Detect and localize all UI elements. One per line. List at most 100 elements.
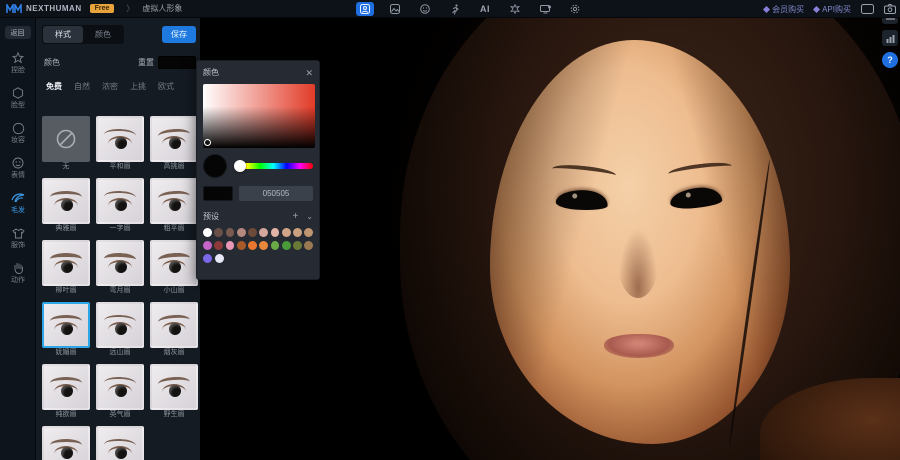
- style-option[interactable]: 一字眉: [96, 178, 144, 234]
- style-option[interactable]: [96, 426, 144, 460]
- close-icon[interactable]: ✕: [305, 69, 313, 77]
- ring-icon: [11, 121, 25, 135]
- style-option[interactable]: 弯月眉: [96, 240, 144, 296]
- add-preset-icon[interactable]: +: [292, 213, 298, 221]
- current-color-swatch[interactable]: [158, 56, 196, 69]
- style-option[interactable]: 平和眉: [96, 116, 144, 172]
- preset-color-swatch[interactable]: [237, 241, 246, 250]
- preset-color-swatch[interactable]: [304, 228, 313, 237]
- preset-color-swatch[interactable]: [293, 228, 302, 237]
- reset-link[interactable]: 重置: [138, 57, 154, 68]
- presets-label: 预设: [203, 211, 219, 222]
- help-icon[interactable]: ?: [882, 52, 898, 68]
- sidebar-item-biaoQing[interactable]: 表情: [0, 150, 36, 185]
- preset-color-swatch[interactable]: [271, 228, 280, 237]
- category-western[interactable]: 欧式: [154, 79, 178, 94]
- category-natural[interactable]: 自然: [70, 79, 94, 94]
- preset-color-swatch[interactable]: [304, 241, 313, 250]
- options-panel: 样式 颜色 保存 颜色 重置 免费 自然 浓密 上挑 欧式 无平和眉高挑眉典雅眉…: [36, 18, 200, 460]
- preset-color-swatch[interactable]: [248, 228, 257, 237]
- popup-title: 颜色: [203, 67, 219, 78]
- preset-color-swatch[interactable]: [203, 241, 212, 250]
- preset-color-swatch[interactable]: [248, 241, 257, 250]
- top-toolbar: AI: [356, 0, 584, 18]
- preset-color-swatch[interactable]: [237, 228, 246, 237]
- sidebar-item-zhuangRong[interactable]: 妆容: [0, 115, 36, 150]
- style-option-label: 弯月眉: [96, 286, 144, 296]
- preset-color-swatch[interactable]: [226, 241, 235, 250]
- style-option[interactable]: 远山眉: [96, 302, 144, 358]
- style-none-option[interactable]: 无: [42, 116, 90, 172]
- motion-icon[interactable]: [446, 2, 464, 16]
- style-option[interactable]: [42, 426, 90, 460]
- sv-selector-dot[interactable]: [204, 139, 211, 146]
- shirt-icon: [11, 226, 25, 240]
- camera-icon[interactable]: [884, 4, 896, 14]
- settings-icon[interactable]: [566, 2, 584, 16]
- style-option[interactable]: 粗平眉: [150, 178, 198, 234]
- tab-color[interactable]: 颜色: [83, 26, 123, 43]
- style-option[interactable]: 高挑眉: [150, 116, 198, 172]
- style-option[interactable]: 烟灰眉: [150, 302, 198, 358]
- style-option[interactable]: 柳叶眉: [42, 240, 90, 296]
- style-option-label: 纯欲眉: [42, 410, 90, 420]
- preset-color-swatch[interactable]: [203, 228, 212, 237]
- chart-icon[interactable]: [882, 30, 898, 46]
- style-option[interactable]: 小山眉: [150, 240, 198, 296]
- sidebar-item-lianXing[interactable]: 脸型: [0, 80, 36, 115]
- hex-input[interactable]: 050505: [239, 186, 313, 201]
- sidebar-item-maoFa[interactable]: 毛发: [0, 185, 36, 220]
- preset-color-swatch[interactable]: [271, 241, 280, 250]
- back-button[interactable]: 返回: [5, 26, 31, 39]
- category-arched[interactable]: 上挑: [126, 79, 150, 94]
- category-free[interactable]: 免费: [42, 79, 66, 94]
- emoji-icon[interactable]: [416, 2, 434, 16]
- preset-color-swatch[interactable]: [215, 254, 224, 263]
- eyebrow-thumbnail: [150, 178, 198, 224]
- sidebar-item-nieLian[interactable]: 捏脸: [0, 45, 36, 80]
- effects-icon[interactable]: [506, 2, 524, 16]
- style-option[interactable]: 英气眉: [96, 364, 144, 420]
- style-option[interactable]: 纯欲眉: [42, 364, 90, 420]
- save-button[interactable]: 保存: [162, 26, 196, 43]
- hue-handle[interactable]: [234, 160, 246, 172]
- saturation-value-area[interactable]: [203, 84, 315, 148]
- style-option[interactable]: 野生眉: [150, 364, 198, 420]
- diamond-icon: [763, 5, 770, 12]
- api-link[interactable]: API购买: [814, 4, 851, 15]
- color-row: 颜色 重置: [36, 50, 200, 75]
- image-icon[interactable]: [386, 2, 404, 16]
- preset-color-swatch[interactable]: [226, 228, 235, 237]
- screen-icon[interactable]: [536, 2, 554, 16]
- preset-color-swatch[interactable]: [293, 241, 302, 250]
- avatar-icon[interactable]: [356, 2, 374, 16]
- preset-color-swatch[interactable]: [203, 254, 212, 263]
- chevron-down-icon[interactable]: ⌄: [306, 212, 313, 221]
- hand-icon: [11, 261, 25, 275]
- style-option-label: 小山眉: [150, 286, 198, 296]
- preset-swatch-row: [203, 228, 313, 237]
- preset-color-swatch[interactable]: [282, 228, 291, 237]
- member-link[interactable]: 会员购买: [764, 4, 804, 15]
- ai-icon[interactable]: AI: [476, 2, 494, 16]
- preset-color-swatch[interactable]: [214, 241, 223, 250]
- sidebar-item-fuShi[interactable]: 服饰: [0, 220, 36, 255]
- avatar-nose-shadow: [618, 228, 658, 298]
- category-thick[interactable]: 浓密: [98, 79, 122, 94]
- preset-color-swatch[interactable]: [282, 241, 291, 250]
- style-option[interactable]: 典雅眉: [42, 178, 90, 234]
- preset-color-swatch[interactable]: [259, 228, 268, 237]
- hex-color-swatch: [203, 186, 233, 201]
- sidebar-item-dongZuo[interactable]: 动作: [0, 255, 36, 290]
- tab-style[interactable]: 样式: [43, 26, 83, 43]
- preset-color-swatch[interactable]: [214, 228, 223, 237]
- hue-slider[interactable]: [234, 163, 313, 169]
- window-icon[interactable]: [861, 4, 874, 14]
- left-sidebar: 返回 捏脸 脸型 妆容 表情: [0, 18, 36, 460]
- eyebrow-thumbnail: [96, 364, 144, 410]
- avatar-lips: [604, 334, 674, 358]
- style-option[interactable]: 妩媚眉: [42, 302, 90, 358]
- preset-color-swatch[interactable]: [259, 241, 268, 250]
- style-option-label: 远山眉: [96, 348, 144, 358]
- style-option-label: 柳叶眉: [42, 286, 90, 296]
